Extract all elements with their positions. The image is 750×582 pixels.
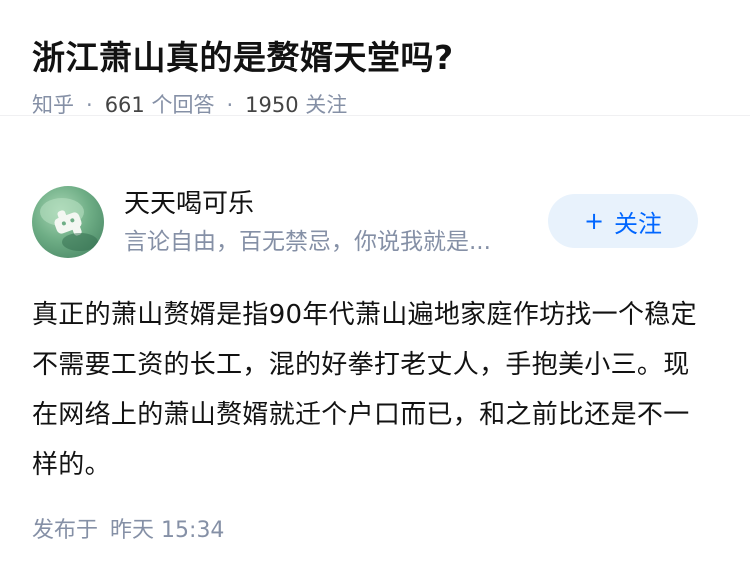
question-meta: 知乎 · 661 个回答 · 1950 关注 bbox=[32, 90, 718, 120]
published-clock: 15:34 bbox=[161, 518, 225, 543]
author-name[interactable]: 天天喝可乐 bbox=[124, 186, 254, 222]
answer-content[interactable]: 真正的萧山赘婿是指90年代萧山遍地家庭作坊找一个稳定不需要工资的长工，混的好拳打… bbox=[32, 290, 712, 490]
plus-icon: + bbox=[583, 207, 605, 235]
published-label: 发布于 bbox=[32, 518, 99, 543]
published-day: 昨天 bbox=[110, 518, 155, 543]
published-time: 发布于 昨天 15:34 bbox=[32, 514, 224, 548]
question-title[interactable]: 浙江萧山真的是赘婿天堂吗? bbox=[32, 34, 718, 82]
answer-author: 天天喝可乐 言论自由，百无禁忌，你说我就是... + 关注 bbox=[32, 186, 698, 260]
answer-count-label: 个回答 bbox=[151, 93, 215, 117]
separator-dot: · bbox=[226, 93, 234, 117]
follower-count: 1950 bbox=[245, 93, 299, 117]
avatar-image bbox=[40, 198, 98, 251]
answer-count: 661 bbox=[104, 93, 145, 117]
avatar[interactable] bbox=[32, 186, 104, 258]
question-header: 浙江萧山真的是赘婿天堂吗? 知乎 · 661 个回答 · 1950 关注 bbox=[0, 0, 750, 117]
author-bio: 言论自由，百无禁忌，你说我就是... bbox=[124, 229, 491, 255]
follow-button-label: 关注 bbox=[614, 209, 663, 238]
separator-dot: · bbox=[86, 93, 93, 117]
follower-count-label: 关注 bbox=[305, 93, 348, 117]
follow-button[interactable]: + 关注 bbox=[548, 194, 698, 248]
source-label[interactable]: 知乎 bbox=[32, 93, 74, 117]
